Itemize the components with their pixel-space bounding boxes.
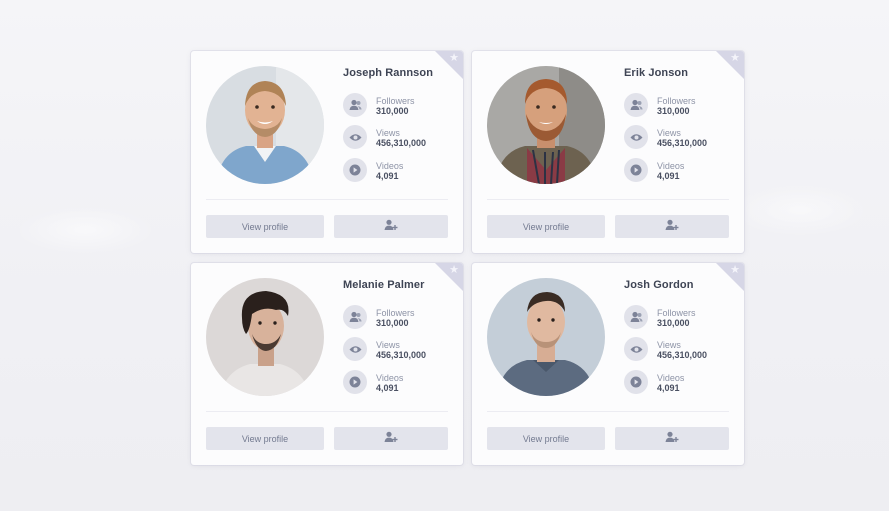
videos-value: 4,091	[376, 383, 399, 393]
videos-value: 4,091	[657, 171, 680, 181]
followers-label: Followers	[657, 308, 696, 318]
profile-name: Joseph Rannson	[343, 67, 434, 79]
followers-value: 310,000	[376, 106, 409, 116]
videos-label: Videos	[376, 373, 404, 383]
followers-value: 310,000	[657, 106, 690, 116]
followers-value: 310,000	[657, 318, 690, 328]
add-user-button[interactable]	[334, 215, 448, 238]
user-plus-icon	[665, 218, 679, 236]
avatar[interactable]	[487, 278, 605, 396]
profile-name: Melanie Palmer	[343, 279, 425, 291]
avatar[interactable]	[206, 278, 324, 396]
divider	[206, 199, 448, 200]
views-label: Views	[376, 340, 400, 350]
play-icon	[624, 158, 648, 182]
users-icon	[343, 93, 367, 117]
videos-label: Videos	[657, 373, 685, 383]
followers-value: 310,000	[376, 318, 409, 328]
profile-grid: ★ Joseph Rannson Followers 310,000 Views…	[191, 51, 744, 465]
views-label: Views	[657, 340, 681, 350]
eye-icon	[624, 125, 648, 149]
views-label: Views	[376, 128, 400, 138]
add-user-button[interactable]	[334, 427, 448, 450]
videos-label: Videos	[376, 161, 404, 171]
user-plus-icon	[384, 218, 398, 236]
users-icon	[624, 93, 648, 117]
profile-card: ★ Erik Jonson Followers 310,000 Views 45…	[472, 51, 744, 253]
profile-card: ★ Josh Gordon Followers 310,000 Views 45…	[472, 263, 744, 465]
eye-icon	[624, 337, 648, 361]
play-icon	[343, 158, 367, 182]
profile-card: ★ Melanie Palmer Followers 310,000 Views…	[191, 263, 463, 465]
views-value: 456,310,000	[376, 350, 427, 360]
divider	[206, 411, 448, 412]
add-user-button[interactable]	[615, 215, 729, 238]
profile-name: Josh Gordon	[624, 279, 694, 291]
user-plus-icon	[384, 430, 398, 448]
avatar[interactable]	[487, 66, 605, 184]
favorite-corner[interactable]: ★	[716, 51, 744, 79]
profile-name: Erik Jonson	[624, 67, 689, 79]
followers-label: Followers	[376, 308, 415, 318]
view-profile-button[interactable]: View profile	[487, 215, 605, 238]
videos-value: 4,091	[376, 171, 399, 181]
videos-label: Videos	[657, 161, 685, 171]
user-plus-icon	[665, 430, 679, 448]
views-label: Views	[657, 128, 681, 138]
followers-label: Followers	[657, 96, 696, 106]
views-value: 456,310,000	[376, 138, 427, 148]
videos-value: 4,091	[657, 383, 680, 393]
favorite-corner[interactable]: ★	[435, 51, 463, 79]
avatar[interactable]	[206, 66, 324, 184]
followers-label: Followers	[376, 96, 415, 106]
views-value: 456,310,000	[657, 350, 708, 360]
star-icon: ★	[449, 264, 459, 276]
favorite-corner[interactable]: ★	[435, 263, 463, 291]
users-icon	[624, 305, 648, 329]
users-icon	[343, 305, 367, 329]
star-icon: ★	[730, 52, 740, 64]
play-icon	[343, 370, 367, 394]
add-user-button[interactable]	[615, 427, 729, 450]
eye-icon	[343, 125, 367, 149]
view-profile-button[interactable]: View profile	[206, 427, 324, 450]
star-icon: ★	[449, 52, 459, 64]
eye-icon	[343, 337, 367, 361]
divider	[487, 411, 729, 412]
star-icon: ★	[730, 264, 740, 276]
view-profile-button[interactable]: View profile	[206, 215, 324, 238]
views-value: 456,310,000	[657, 138, 708, 148]
favorite-corner[interactable]: ★	[716, 263, 744, 291]
view-profile-button[interactable]: View profile	[487, 427, 605, 450]
profile-card: ★ Joseph Rannson Followers 310,000 Views…	[191, 51, 463, 253]
play-icon	[624, 370, 648, 394]
divider	[487, 199, 729, 200]
